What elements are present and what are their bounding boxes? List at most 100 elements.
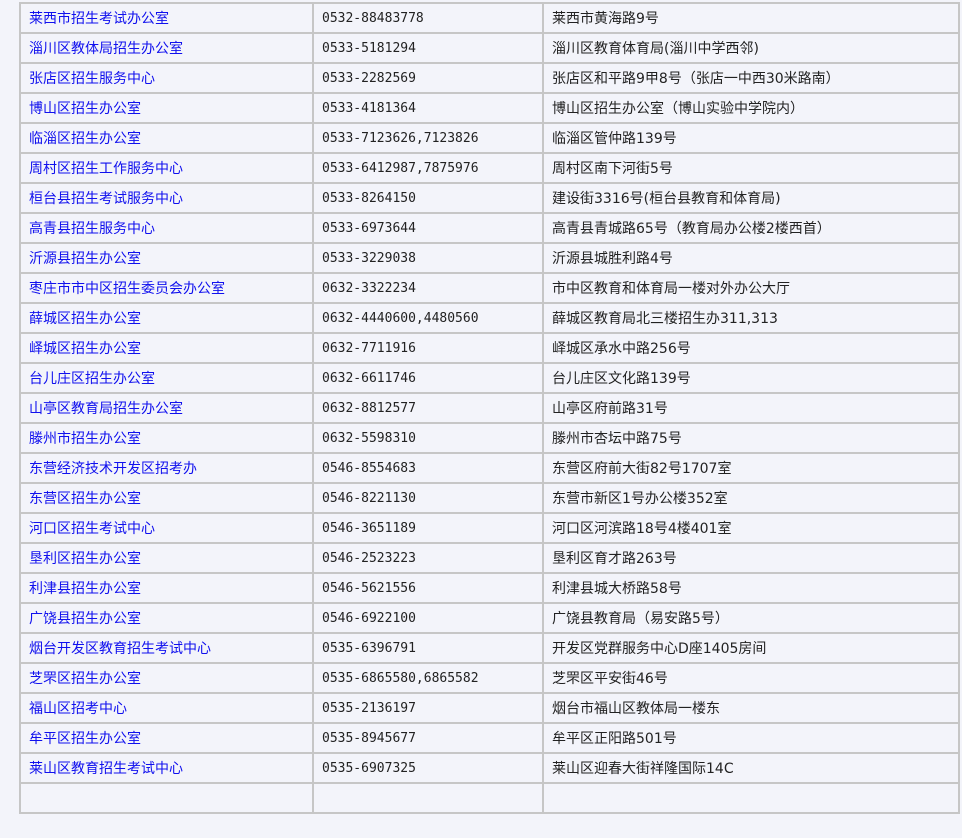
address-cell: 东营区府前大街82号1707室 [542, 452, 960, 484]
office-name-link[interactable]: 台儿庄区招生办公室 [29, 371, 155, 387]
table-row: 桓台县招生考试服务中心 0533-8264150 建设街3316号(桓台县教育和体育… [19, 182, 960, 214]
table-row: 河口区招生考试中心 0546-3651189 河口区河滨路18号4楼401室 [19, 512, 960, 544]
table-row: 张店区招生服务中心 0533-2282569 张店区和平路9甲8号（张店一中西30米… [19, 62, 960, 94]
office-name-cell: 淄川区教体局招生办公室 [19, 32, 314, 64]
table-row: 薛城区招生办公室 0632-4440600,4480560 薛城区教育局北三楼招生办… [19, 302, 960, 334]
office-name-link[interactable]: 东营区招生办公室 [29, 491, 141, 507]
office-name-cell: 烟台开发区教育招生考试中心 [19, 632, 314, 664]
table-row: 高青县招生服务中心 0533-6973644 高青县青城路65号（教育局办公楼2楼西… [19, 212, 960, 244]
phone-cell: 0546-8554683 [312, 452, 544, 484]
table-row: 牟平区招生办公室 0535-8945677 牟平区正阳路501号 [19, 722, 960, 754]
phone-cell: 0546-3651189 [312, 512, 544, 544]
office-name-cell: 山亭区教育局招生办公室 [19, 392, 314, 424]
address-cell: 滕州市杏坛中路75号 [542, 422, 960, 454]
phone-cell: 0546-8221130 [312, 482, 544, 514]
office-name-link[interactable]: 莱西市招生考试办公室 [29, 11, 169, 27]
table-row: 沂源县招生办公室 0533-3229038 沂源县城胜利路4号 [19, 242, 960, 274]
phone-cell: 0533-6973644 [312, 212, 544, 244]
empty-cell [542, 782, 960, 814]
office-name-cell: 河口区招生考试中心 [19, 512, 314, 544]
office-name-link[interactable]: 东营经济技术开发区招考办 [29, 461, 197, 477]
phone-cell: 0533-5181294 [312, 32, 544, 64]
office-name-cell: 利津县招生办公室 [19, 572, 314, 604]
office-name-link[interactable]: 桓台县招生考试服务中心 [29, 191, 183, 207]
address-cell: 河口区河滨路18号4楼401室 [542, 512, 960, 544]
office-name-cell: 福山区招考中心 [19, 692, 314, 724]
phone-cell: 0546-5621556 [312, 572, 544, 604]
address-cell: 东营市新区1号办公楼352室 [542, 482, 960, 514]
office-name-cell: 台儿庄区招生办公室 [19, 362, 314, 394]
office-name-cell: 桓台县招生考试服务中心 [19, 182, 314, 214]
phone-cell: 0533-4181364 [312, 92, 544, 124]
address-cell: 垦利区育才路263号 [542, 542, 960, 574]
phone-cell: 0546-6922100 [312, 602, 544, 634]
table-row: 山亭区教育局招生办公室 0632-8812577 山亭区府前路31号 [19, 392, 960, 424]
office-name-cell: 薛城区招生办公室 [19, 302, 314, 334]
phone-cell: 0535-6907325 [312, 752, 544, 784]
phone-cell: 0632-3322234 [312, 272, 544, 304]
admissions-office-table: 莱西市招生考试办公室 0532-88483778 莱西市黄海路9号 淄川区教体局招生办… [19, 2, 960, 814]
office-name-link[interactable]: 烟台开发区教育招生考试中心 [29, 641, 211, 657]
office-name-link[interactable]: 峄城区招生办公室 [29, 341, 141, 357]
table-row: 垦利区招生办公室 0546-2523223 垦利区育才路263号 [19, 542, 960, 574]
address-cell: 薛城区教育局北三楼招生办311,313 [542, 302, 960, 334]
office-name-link[interactable]: 枣庄市市中区招生委员会办公室 [29, 281, 225, 297]
address-cell: 莱山区迎春大街祥隆国际14C [542, 752, 960, 784]
table-row: 烟台开发区教育招生考试中心 0535-6396791 开发区党群服务中心D座1405… [19, 632, 960, 664]
address-cell: 利津县城大桥路58号 [542, 572, 960, 604]
office-name-link[interactable]: 莱山区教育招生考试中心 [29, 761, 183, 777]
phone-cell: 0535-8945677 [312, 722, 544, 754]
office-name-link[interactable]: 利津县招生办公室 [29, 581, 141, 597]
address-cell: 周村区南下河街5号 [542, 152, 960, 184]
office-name-link[interactable]: 福山区招考中心 [29, 701, 127, 717]
table-row: 临淄区招生办公室 0533-7123626,7123826 临淄区管仲路139号 [19, 122, 960, 154]
office-name-link[interactable]: 广饶县招生办公室 [29, 611, 141, 627]
office-name-link[interactable]: 山亭区教育局招生办公室 [29, 401, 183, 417]
office-name-link[interactable]: 河口区招生考试中心 [29, 521, 155, 537]
address-cell: 烟台市福山区教体局一楼东 [542, 692, 960, 724]
office-name-cell: 东营经济技术开发区招考办 [19, 452, 314, 484]
address-cell: 台儿庄区文化路139号 [542, 362, 960, 394]
empty-cell [312, 782, 544, 814]
address-cell: 沂源县城胜利路4号 [542, 242, 960, 274]
office-name-cell: 博山区招生办公室 [19, 92, 314, 124]
office-name-link[interactable]: 张店区招生服务中心 [29, 71, 155, 87]
office-name-link[interactable]: 周村区招生工作服务中心 [29, 161, 183, 177]
table-row: 东营区招生办公室 0546-8221130 东营市新区1号办公楼352室 [19, 482, 960, 514]
office-name-cell: 张店区招生服务中心 [19, 62, 314, 94]
office-name-cell: 周村区招生工作服务中心 [19, 152, 314, 184]
phone-cell: 0546-2523223 [312, 542, 544, 574]
phone-cell: 0632-5598310 [312, 422, 544, 454]
table-row: 周村区招生工作服务中心 0533-6412987,7875976 周村区南下河街5号 [19, 152, 960, 184]
office-name-link[interactable]: 淄川区教体局招生办公室 [29, 41, 183, 57]
office-name-link[interactable]: 牟平区招生办公室 [29, 731, 141, 747]
address-cell: 开发区党群服务中心D座1405房间 [542, 632, 960, 664]
address-cell: 牟平区正阳路501号 [542, 722, 960, 754]
office-name-link[interactable]: 垦利区招生办公室 [29, 551, 141, 567]
table-row: 芝罘区招生办公室 0535-6865580,6865582 芝罘区平安街46号 [19, 662, 960, 694]
address-cell: 高青县青城路65号（教育局办公楼2楼西首） [542, 212, 960, 244]
office-name-link[interactable]: 薛城区招生办公室 [29, 311, 141, 327]
table-row: 枣庄市市中区招生委员会办公室 0632-3322234 市中区教育和体育局一楼对外办… [19, 272, 960, 304]
office-name-cell: 莱山区教育招生考试中心 [19, 752, 314, 784]
office-name-link[interactable]: 高青县招生服务中心 [29, 221, 155, 237]
office-name-cell: 滕州市招生办公室 [19, 422, 314, 454]
office-name-link[interactable]: 临淄区招生办公室 [29, 131, 141, 147]
office-name-link[interactable]: 沂源县招生办公室 [29, 251, 141, 267]
office-name-link[interactable]: 芝罘区招生办公室 [29, 671, 141, 687]
office-name-cell: 莱西市招生考试办公室 [19, 2, 314, 34]
phone-cell: 0632-8812577 [312, 392, 544, 424]
address-cell: 峄城区承水中路256号 [542, 332, 960, 364]
office-name-link[interactable]: 滕州市招生办公室 [29, 431, 141, 447]
phone-cell: 0632-6611746 [312, 362, 544, 394]
phone-cell: 0533-6412987,7875976 [312, 152, 544, 184]
table-row-partial [19, 782, 960, 814]
office-name-cell: 高青县招生服务中心 [19, 212, 314, 244]
office-name-cell: 峄城区招生办公室 [19, 332, 314, 364]
table-row: 利津县招生办公室 0546-5621556 利津县城大桥路58号 [19, 572, 960, 604]
table-row: 博山区招生办公室 0533-4181364 博山区招生办公室（博山实验中学院内） [19, 92, 960, 124]
address-cell: 张店区和平路9甲8号（张店一中西30米路南） [542, 62, 960, 94]
office-name-link[interactable]: 博山区招生办公室 [29, 101, 141, 117]
phone-cell: 0533-7123626,7123826 [312, 122, 544, 154]
phone-cell: 0533-2282569 [312, 62, 544, 94]
